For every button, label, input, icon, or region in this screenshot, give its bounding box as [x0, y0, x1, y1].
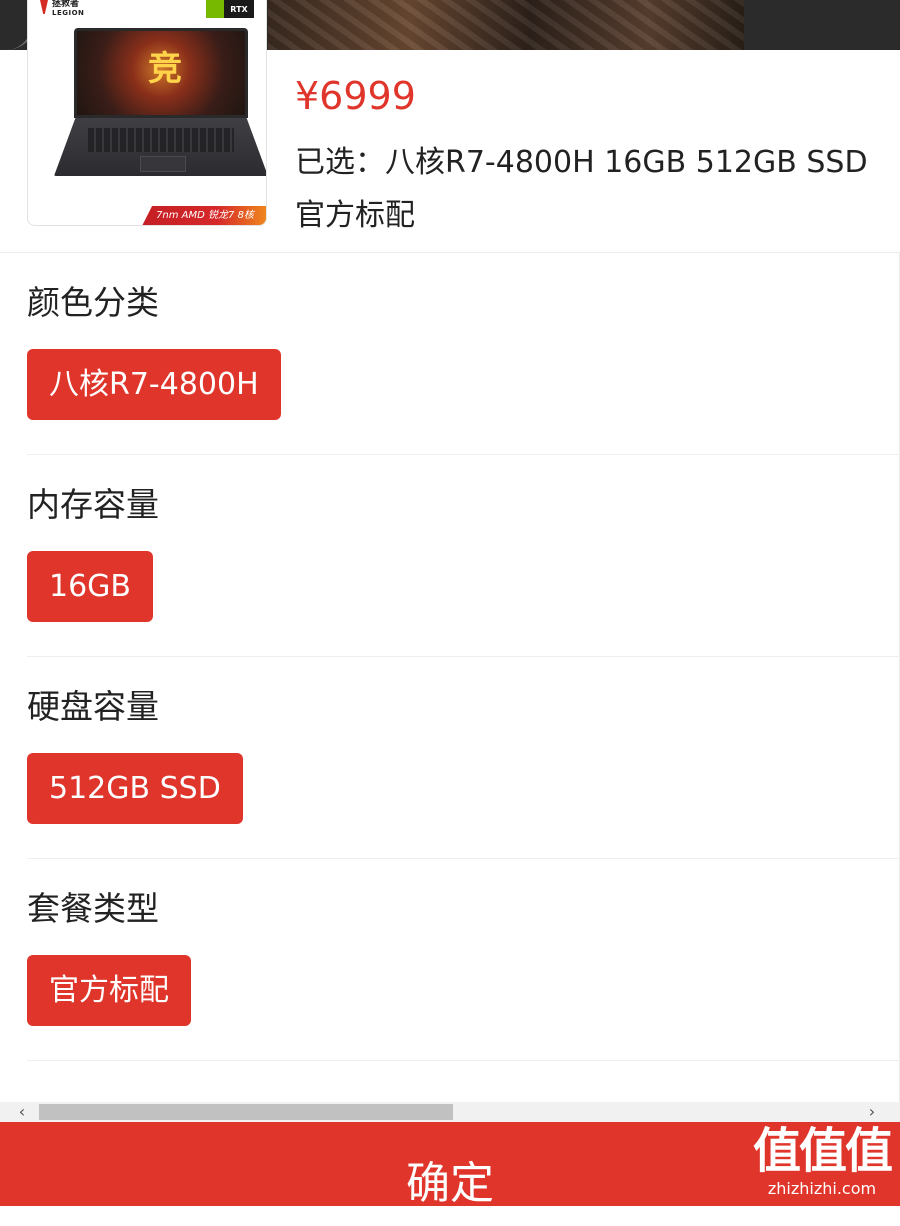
legion-mark-icon [40, 0, 48, 14]
brand-en: LEGION [52, 9, 85, 17]
gpu-badge-label: RTX [224, 0, 254, 18]
option-chip-cpu[interactable]: 八核R7-4800H [27, 349, 281, 420]
option-panel: 颜色分类 八核R7-4800H 内存容量 16GB 硬盘容量 512GB SSD… [0, 252, 900, 1102]
laptop-keyboard [54, 118, 266, 176]
option-group-color: 颜色分类 八核R7-4800H [27, 253, 900, 455]
option-group-storage: 硬盘容量 512GB SSD [27, 657, 900, 859]
scroll-right-icon[interactable]: › [862, 1102, 882, 1122]
watermark-logo: 值值值 [752, 1123, 893, 1179]
touchpad [140, 156, 186, 172]
group-title: 硬盘容量 [27, 687, 159, 726]
gpu-badge: RTX [206, 0, 254, 18]
option-group-package: 套餐类型 官方标配 [27, 859, 900, 1061]
price: ¥6999 [295, 74, 416, 118]
banner-image [268, 0, 744, 50]
legion-logo: 拯救者 LEGION [40, 0, 100, 20]
promo-strip: 7nm AMD 锐龙7 8核 [142, 206, 266, 225]
scroll-left-icon[interactable]: ‹ [12, 1102, 32, 1122]
horizontal-scrollbar[interactable]: ‹ › [0, 1102, 900, 1122]
nvidia-icon [206, 0, 224, 18]
screen-glyph: 竞 [148, 49, 182, 89]
group-title: 内存容量 [27, 485, 159, 524]
option-group-memory: 内存容量 16GB [27, 455, 900, 657]
site-watermark: 值值值 zhizhizhi.com [748, 1124, 896, 1202]
group-title: 套餐类型 [27, 889, 159, 928]
keyboard-keys [88, 128, 234, 152]
product-thumbnail: 拯救者 LEGION RTX 竞 7nm AMD 锐龙7 8核 [27, 0, 267, 226]
brand-cn: 拯救者 [52, 0, 80, 9]
selected-summary: 已选：八核R7-4800H 16GB 512GB SSD 官方标配 [295, 145, 868, 233]
option-chip-storage[interactable]: 512GB SSD [27, 753, 243, 824]
confirm-label: 确定 [406, 1158, 494, 1209]
option-chip-package[interactable]: 官方标配 [27, 955, 191, 1026]
option-chip-memory[interactable]: 16GB [27, 551, 154, 622]
scroll-thumb[interactable] [39, 1104, 453, 1120]
laptop-screen: 竞 [74, 28, 248, 118]
watermark-url: zhizhizhi.com [767, 1179, 877, 1198]
group-title: 颜色分类 [27, 283, 159, 322]
